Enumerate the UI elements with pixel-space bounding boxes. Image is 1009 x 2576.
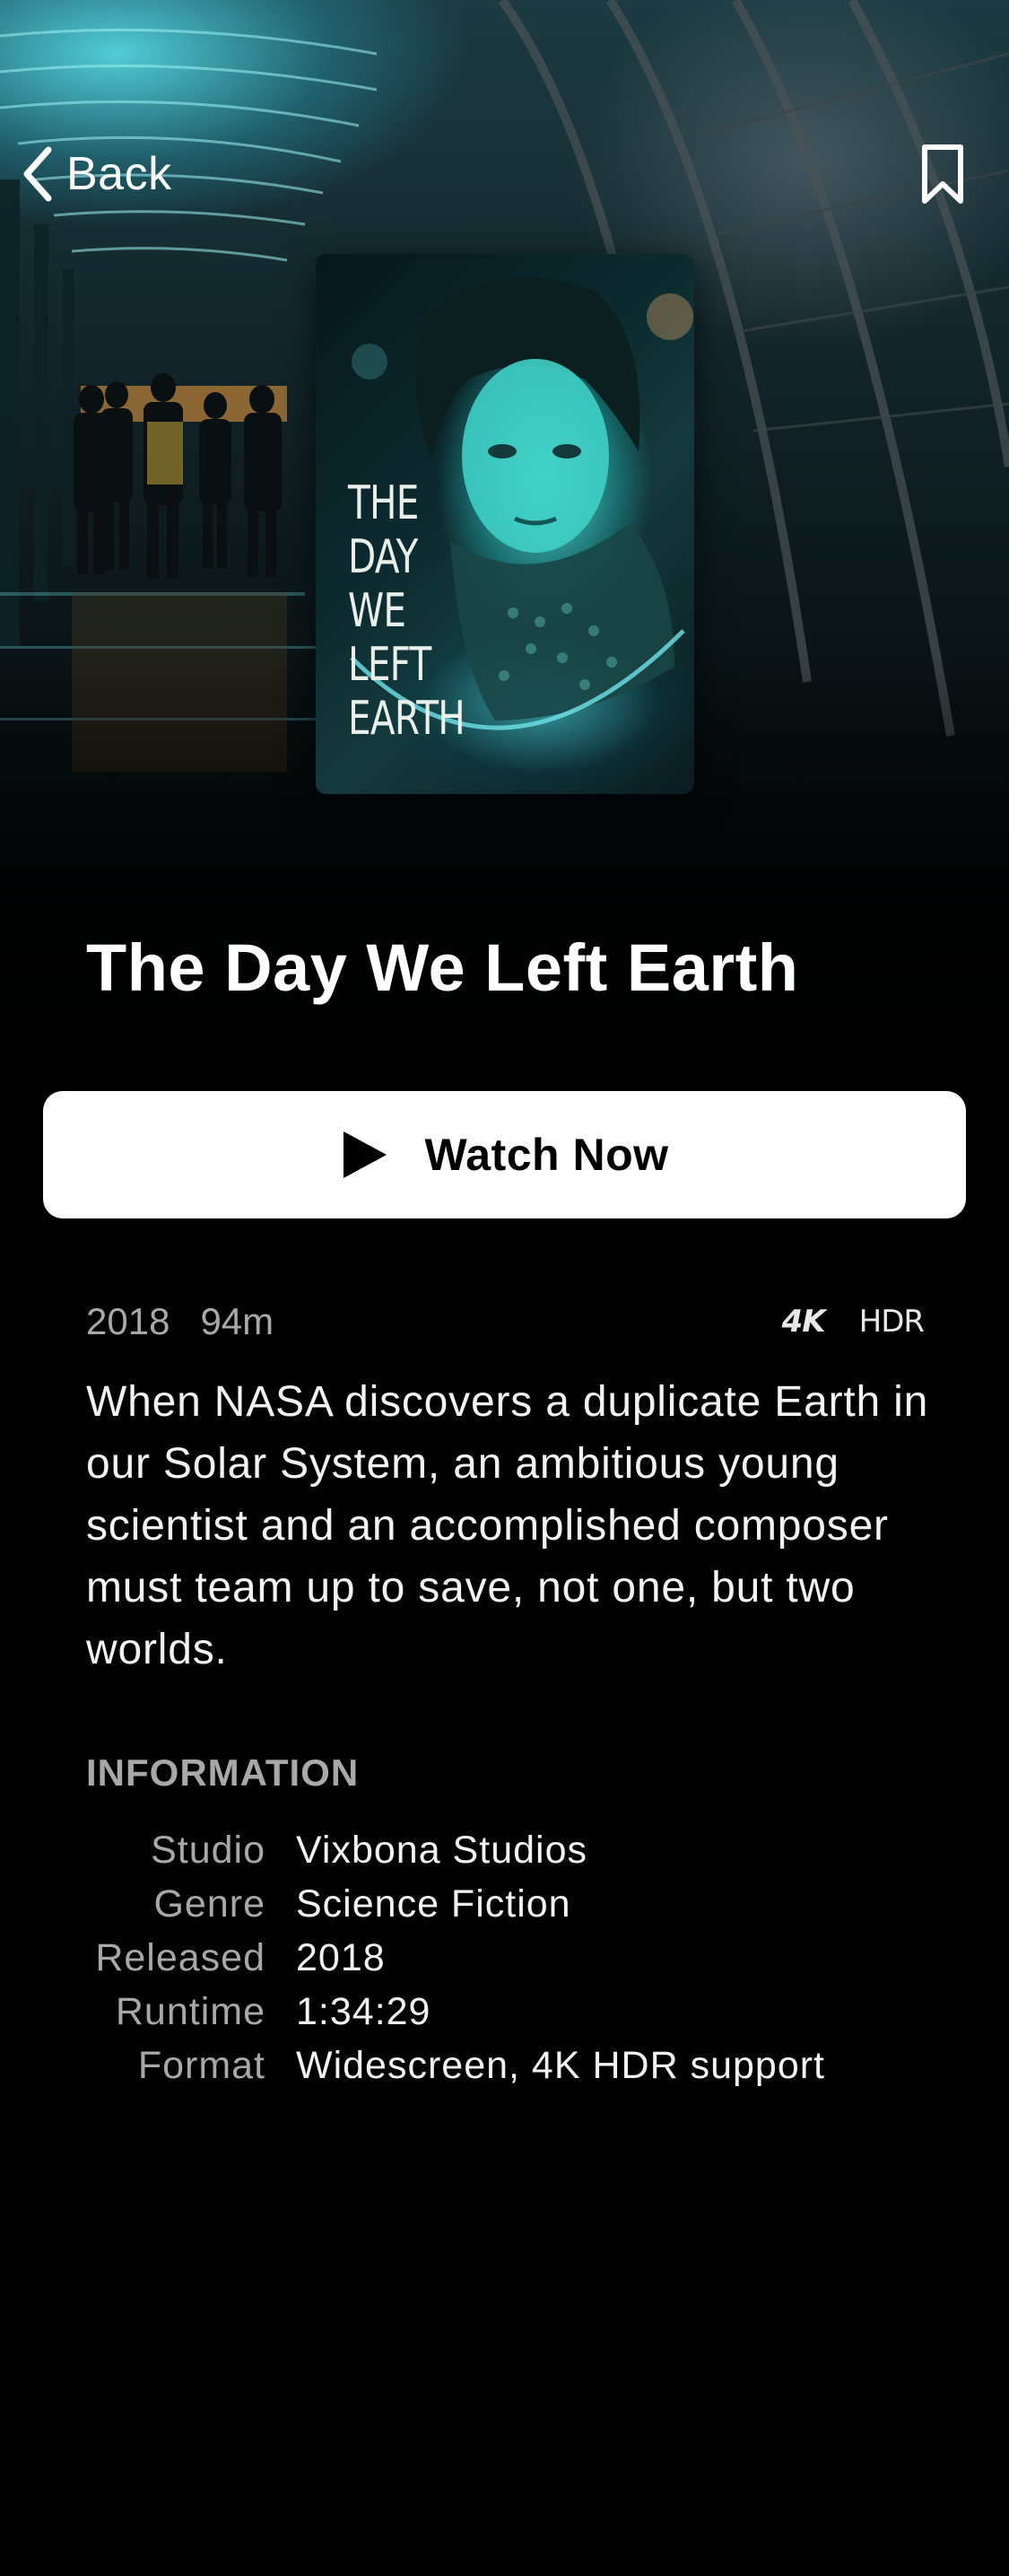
info-key-studio: Studio	[151, 1829, 265, 1872]
watch-now-button[interactable]: Watch Now	[43, 1091, 966, 1218]
info-value-genre: Science Fiction	[296, 1882, 571, 1925]
meta-row: 2018 94m 4K HDR	[86, 1297, 925, 1346]
chevron-left-icon	[23, 146, 52, 202]
play-icon	[344, 1131, 387, 1178]
info-value-released: 2018	[296, 1936, 386, 1979]
poster-title-line: WE	[348, 584, 406, 638]
info-key-format: Format	[137, 2044, 265, 2087]
movie-description: When NASA discovers a duplicate Earth in…	[86, 1378, 929, 1673]
movie-title: The Day We Left Earth	[86, 930, 799, 1005]
information-heading: INFORMATION	[86, 1751, 360, 1794]
info-value-runtime: 1:34:29	[296, 1990, 431, 2033]
information-table: Studio Vixbona Studios Genre Science Fic…	[86, 1823, 825, 2092]
info-key-released: Released	[95, 1936, 265, 1979]
poster-title-text: THE DAY WE LEFT EARTH	[348, 476, 488, 746]
info-value-studio: Vixbona Studios	[296, 1829, 587, 1872]
poster-title-line: THE	[348, 476, 419, 530]
bookmark-icon	[922, 144, 963, 204]
info-key-runtime: Runtime	[115, 1990, 265, 2033]
poster-title-line: LEFT	[348, 638, 431, 692]
duration: 94m	[200, 1300, 274, 1342]
hdr-badge: HDR	[858, 1304, 925, 1340]
bookmark-button[interactable]	[913, 142, 972, 206]
4k-badge: 4K	[781, 1304, 826, 1340]
info-key-genre: Genre	[153, 1882, 265, 1925]
poster-title-line: DAY	[348, 530, 418, 584]
movie-poster: THE DAY WE LEFT EARTH	[316, 254, 694, 794]
watch-now-label: Watch Now	[424, 1130, 669, 1180]
back-label: Back	[66, 148, 172, 200]
poster-title-line: EARTH	[348, 692, 465, 746]
back-button[interactable]: Back	[20, 142, 172, 206]
info-value-format: Widescreen, 4K HDR support	[296, 2044, 825, 2087]
release-year: 2018	[86, 1300, 170, 1342]
